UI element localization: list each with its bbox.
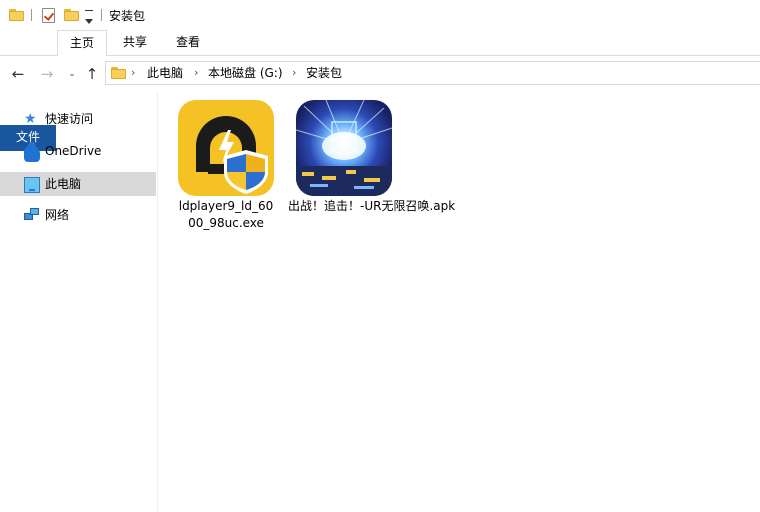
customize-line: [85, 10, 93, 11]
chevron-right-icon[interactable]: ›: [131, 62, 135, 84]
forward-arrow-icon[interactable]: →: [38, 65, 56, 83]
nav-item-network[interactable]: 网络: [0, 203, 156, 227]
title-separator: [101, 9, 102, 21]
file-name-line-2: 00_98uc.exe: [188, 216, 264, 230]
cloud-icon: [24, 142, 40, 162]
nav-item-onedrive[interactable]: OneDrive: [0, 139, 156, 163]
folder-icon: [9, 6, 24, 24]
file-item-apk[interactable]: 出战！追击！-UR无限召唤.apk: [288, 95, 468, 235]
breadcrumb-local-disk[interactable]: 本地磁盘 (G:): [208, 62, 283, 84]
breadcrumb-this-pc[interactable]: 此电脑: [147, 62, 183, 84]
nav-item-label: OneDrive: [45, 144, 102, 158]
tab-view[interactable]: 查看: [162, 30, 214, 56]
game-app-icon: [296, 100, 392, 196]
file-name: 出战！追击！-UR无限召唤.apk: [288, 199, 456, 213]
ldplayer-app-icon: [178, 100, 274, 196]
new-folder-icon[interactable]: [64, 6, 79, 24]
window-title: 安装包: [109, 9, 146, 23]
chevron-right-icon[interactable]: ›: [194, 62, 198, 84]
chevron-right-icon[interactable]: ›: [292, 62, 296, 84]
properties-icon[interactable]: [42, 6, 55, 24]
navigation-pane: ★ 快速访问 OneDrive 此电脑 网络: [0, 92, 158, 512]
breadcrumb-current-folder[interactable]: 安装包: [306, 62, 342, 84]
star-icon: ★: [24, 111, 37, 127]
nav-item-label: 快速访问: [45, 112, 94, 126]
nav-item-label: 此电脑: [45, 177, 82, 191]
ribbon-tabs: 文件 主页 共享 查看: [0, 30, 760, 151]
tab-share[interactable]: 共享: [110, 30, 160, 56]
network-icon: [24, 207, 40, 223]
computer-icon: [24, 177, 40, 193]
file-item-ldplayer[interactable]: ldplayer9_ld_60 00_98uc.exe: [170, 95, 282, 235]
file-name-line-1: ldplayer9_ld_60: [178, 199, 274, 213]
up-arrow-icon[interactable]: ↑: [83, 65, 101, 83]
folder-icon: [111, 67, 126, 79]
recent-locations-icon[interactable]: ⌄: [63, 65, 81, 83]
dropdown-icon[interactable]: [85, 12, 93, 30]
nav-item-label: 网络: [45, 208, 70, 222]
nav-item-this-pc[interactable]: 此电脑: [0, 172, 156, 196]
title-bar: 安装包: [0, 0, 760, 30]
address-row: ← → ⌄ ↑ › 此电脑 › 本地磁盘 (G:) › 安装包: [0, 56, 760, 92]
address-bar[interactable]: › 此电脑 › 本地磁盘 (G:) › 安装包: [105, 61, 760, 85]
back-arrow-icon[interactable]: ←: [9, 65, 27, 83]
tab-home[interactable]: 主页: [57, 30, 107, 57]
toolbar-separator: [31, 9, 32, 21]
nav-item-quick-access[interactable]: ★ 快速访问: [0, 107, 156, 131]
